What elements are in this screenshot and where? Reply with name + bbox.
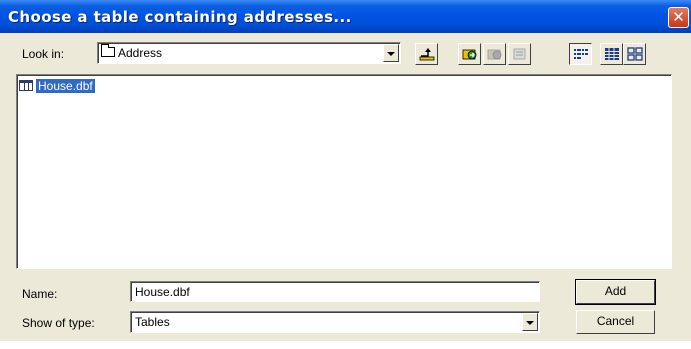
thumbnails-view-icon (627, 47, 643, 61)
file-list[interactable]: House.dbf (16, 74, 672, 269)
folder-icon (101, 44, 115, 57)
chevron-down-icon[interactable] (383, 44, 399, 62)
chevron-down-icon[interactable] (522, 313, 538, 331)
cancel-button[interactable]: Cancel (576, 310, 655, 334)
name-value: House.dbf (135, 285, 190, 299)
details-view-icon (605, 48, 619, 60)
close-icon: ✕ (672, 8, 685, 26)
connect-folder-button[interactable] (458, 43, 481, 65)
up-one-level-button[interactable] (415, 43, 438, 65)
name-label: Name: (22, 287, 58, 301)
thumbnails-view-button[interactable] (623, 43, 646, 65)
delete-icon (513, 48, 526, 60)
dialog-title: Choose a table containing addresses... (8, 8, 352, 26)
close-button[interactable]: ✕ (668, 7, 689, 28)
disconnect-folder-button[interactable] (483, 43, 506, 65)
look-in-dropdown[interactable]: Address (97, 42, 401, 64)
look-in-value: Address (118, 46, 163, 60)
list-view-button[interactable] (569, 43, 592, 65)
file-name: House.dbf (36, 78, 95, 93)
show-of-type-value: Tables (135, 315, 170, 329)
name-field[interactable]: House.dbf (130, 281, 540, 302)
file-dialog: Choose a table containing addresses... ✕… (0, 0, 691, 341)
table-icon (19, 80, 33, 91)
show-of-type-dropdown[interactable]: Tables (130, 311, 540, 333)
add-button[interactable]: Add (575, 279, 656, 305)
up-one-level-icon (419, 48, 435, 61)
list-view-icon (574, 49, 588, 59)
show-of-type-label: Show of type: (22, 316, 95, 330)
look-in-label: Look in: (22, 47, 65, 61)
disconnect-folder-icon (487, 49, 502, 60)
details-view-button[interactable] (600, 43, 623, 65)
connect-folder-icon (462, 49, 477, 60)
title-bar[interactable]: Choose a table containing addresses... ✕ (0, 0, 691, 33)
list-item[interactable]: House.dbf (19, 78, 95, 93)
delete-button[interactable] (508, 43, 531, 65)
